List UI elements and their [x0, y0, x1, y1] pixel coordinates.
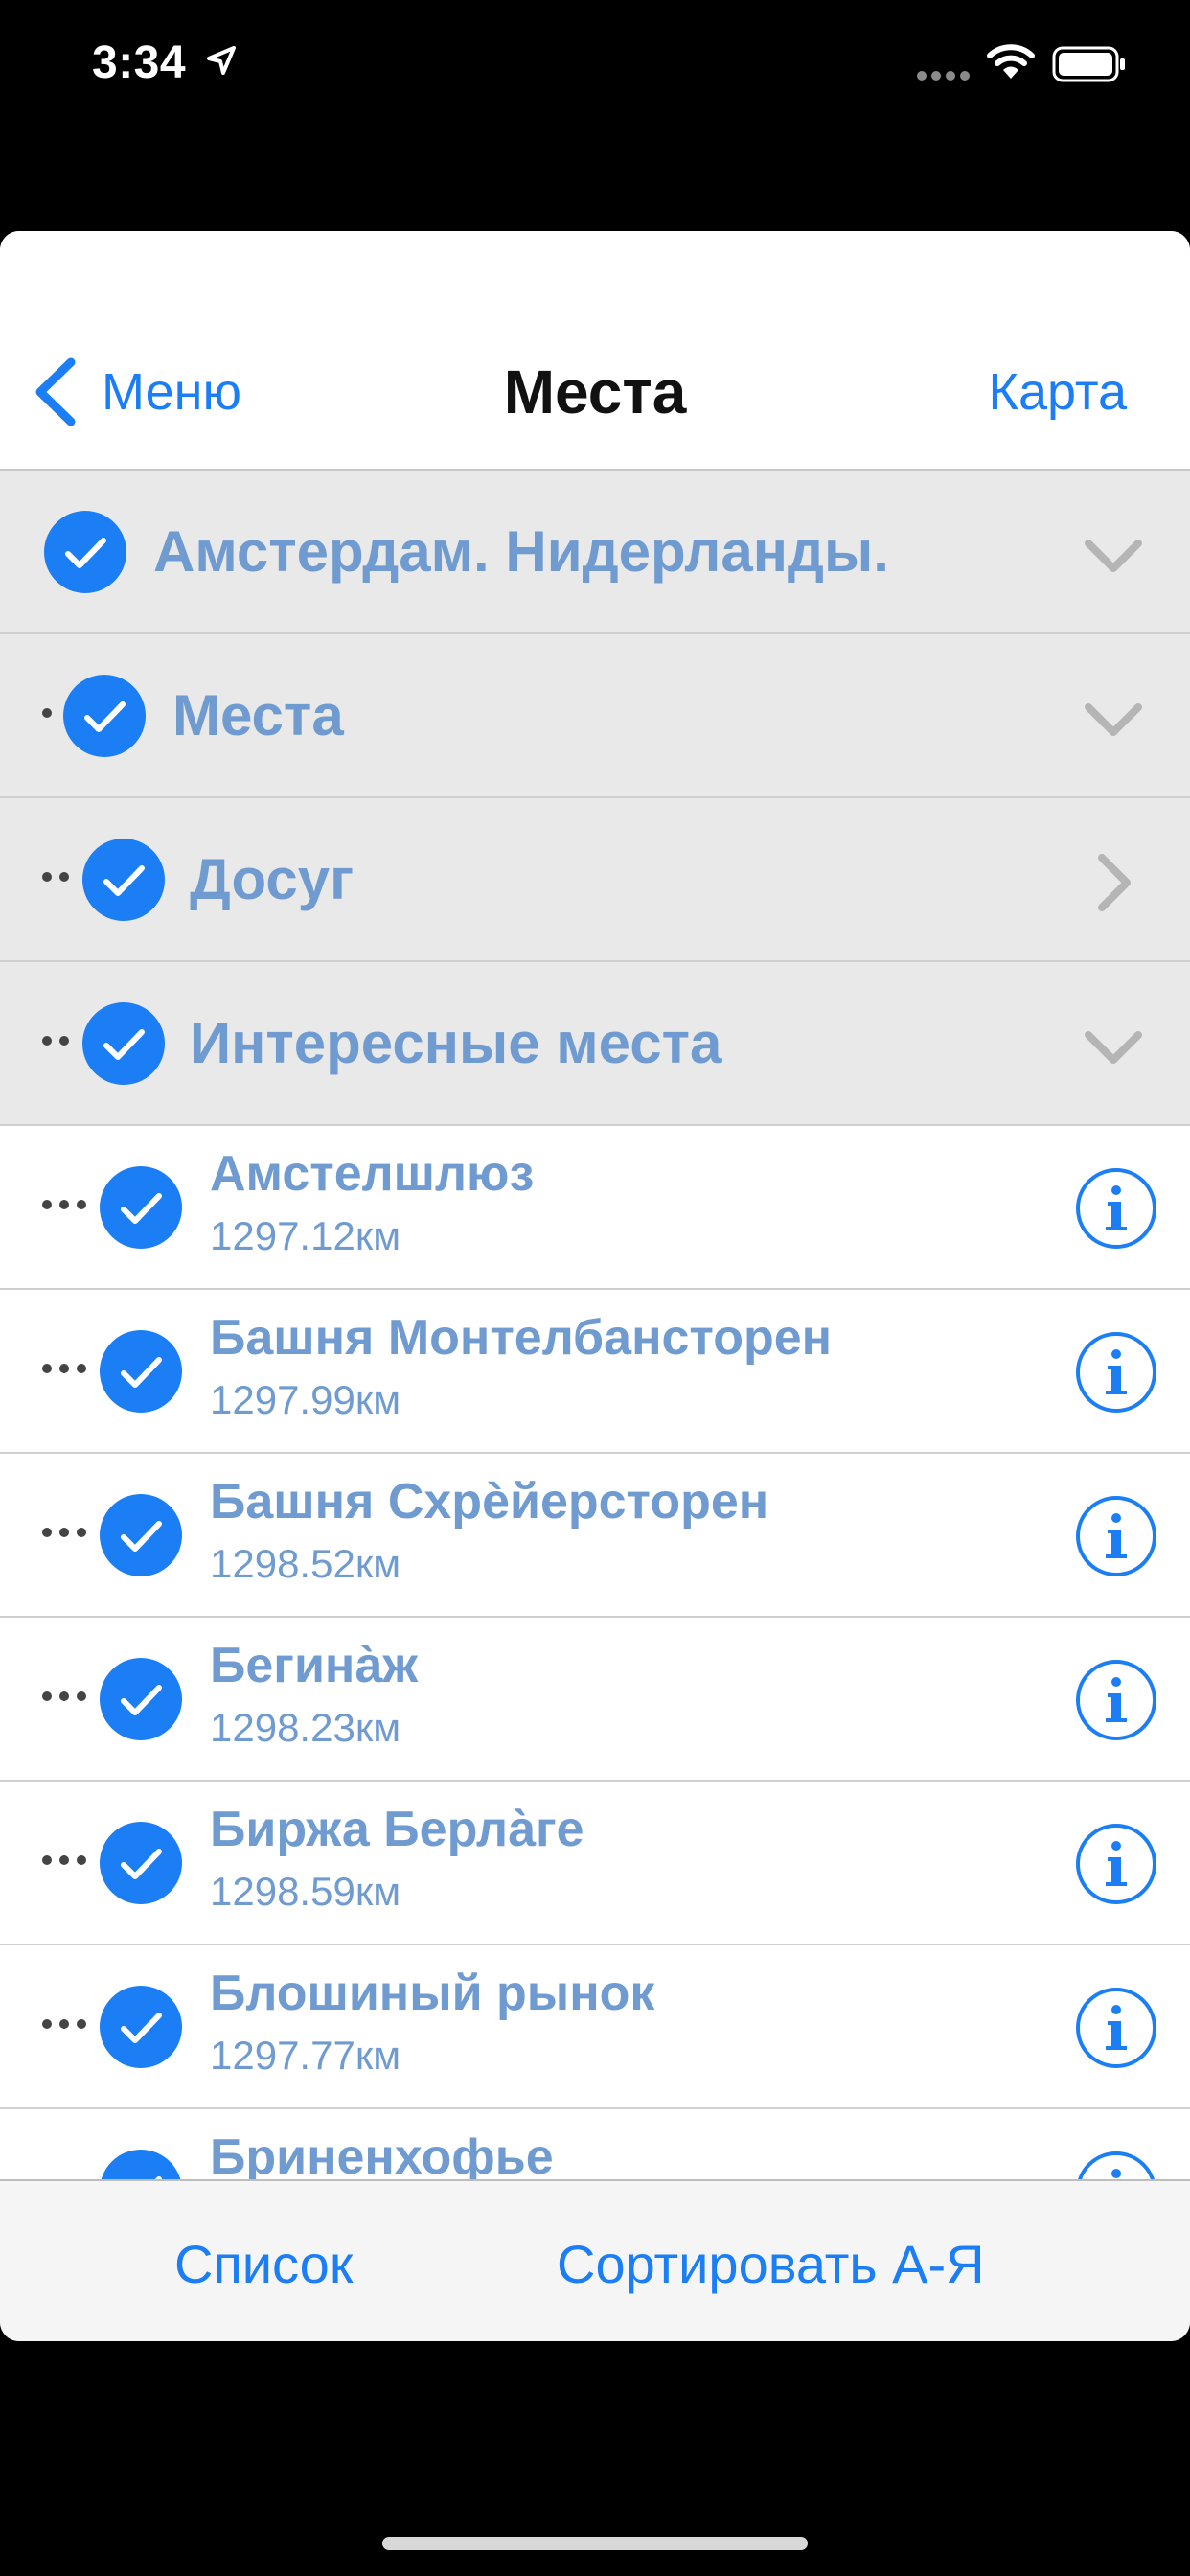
- places-list[interactable]: Амстердам. Нидерланды. Места Досуг Интер…: [0, 471, 1190, 2187]
- checkbox-checked[interactable]: [82, 839, 165, 921]
- indent-dots-icon: [42, 708, 52, 718]
- place-name: Амстелшлюз: [210, 1146, 535, 1202]
- checkmark-icon: [84, 702, 126, 732]
- info-icon[interactable]: [1075, 1659, 1157, 1741]
- back-button-label: Меню: [102, 363, 241, 421]
- group-row-leisure[interactable]: Досуг: [0, 798, 1190, 962]
- checkmark-icon: [121, 1357, 162, 1388]
- place-name: Биржа Берла̀ге: [210, 1802, 584, 1857]
- checkmark-icon: [121, 1685, 162, 1715]
- place-row[interactable]: Биржа Берла̀ге 1298.59км: [0, 1782, 1190, 1945]
- checkbox-checked[interactable]: [100, 1986, 182, 2068]
- checkmark-icon: [121, 1849, 162, 1879]
- sort-az-button[interactable]: Сортировать А-Я: [557, 2231, 985, 2298]
- navigation-bar: Меню Места Карта: [0, 231, 1190, 471]
- checkbox-checked[interactable]: [100, 1494, 182, 1576]
- checkbox-checked[interactable]: [100, 1658, 182, 1740]
- checkbox-checked[interactable]: [82, 1002, 165, 1085]
- chevron-down-icon[interactable]: [1079, 684, 1148, 753]
- checkmark-icon: [121, 2012, 162, 2043]
- info-icon[interactable]: [1075, 1987, 1157, 2069]
- indent-dots-icon: [42, 872, 69, 882]
- place-row[interactable]: Башня Схрѐйерсторен 1298.52км: [0, 1454, 1190, 1618]
- group-label: Места: [172, 683, 344, 748]
- chevron-right-icon[interactable]: [1079, 848, 1148, 917]
- checkbox-checked[interactable]: [100, 1166, 182, 1249]
- group-label: Досуг: [190, 847, 355, 911]
- checkmark-icon: [121, 1193, 162, 1224]
- place-distance: 1297.12км: [210, 1213, 401, 1258]
- checkmark-icon: [103, 865, 145, 896]
- chevron-down-icon[interactable]: [1079, 520, 1148, 589]
- places-sheet: Меню Места Карта Амстердам. Нидерланды. …: [0, 231, 1190, 2341]
- back-button[interactable]: Меню: [29, 354, 241, 430]
- place-name: Бриненхофье: [210, 2129, 554, 2185]
- indent-dots-icon: [42, 1036, 69, 1046]
- chevron-left-icon: [35, 357, 76, 426]
- home-indicator[interactable]: [382, 2537, 808, 2550]
- place-distance: 1297.99км: [210, 1377, 401, 1422]
- indent-dots-icon: [42, 1528, 86, 1537]
- info-icon[interactable]: [1075, 1331, 1157, 1414]
- location-arrow-icon: [207, 46, 236, 75]
- place-name: Бегина̀ж: [210, 1638, 419, 1693]
- place-row[interactable]: Бегина̀ж 1298.23км: [0, 1618, 1190, 1782]
- indent-dots-icon: [42, 1364, 86, 1373]
- indent-dots-icon: [42, 1855, 86, 1865]
- place-row[interactable]: Бриненхофье: [0, 2109, 1190, 2187]
- place-row[interactable]: Амстелшлюз 1297.12км: [0, 1126, 1190, 1290]
- checkmark-icon: [121, 1521, 162, 1552]
- place-distance: 1297.77км: [210, 2033, 401, 2078]
- place-row[interactable]: Башня Монтелбансторен 1297.99км: [0, 1290, 1190, 1454]
- status-time: 3:34: [92, 37, 187, 88]
- map-button[interactable]: Карта: [989, 354, 1128, 430]
- group-label: Интересные места: [190, 1011, 722, 1075]
- info-icon[interactable]: [1075, 1823, 1157, 1905]
- checkmark-icon: [103, 1029, 145, 1060]
- place-row[interactable]: Блошиный рынок 1297.77км: [0, 1945, 1190, 2109]
- place-name: Башня Монтелбансторен: [210, 1310, 833, 1366]
- checkbox-checked[interactable]: [44, 511, 126, 593]
- checkbox-checked[interactable]: [63, 675, 146, 757]
- info-icon[interactable]: [1075, 1495, 1157, 1577]
- group-row-places[interactable]: Места: [0, 634, 1190, 798]
- indent-dots-icon: [42, 2019, 86, 2029]
- cellular-signal-icon: [917, 71, 970, 80]
- status-bar: 3:34: [0, 0, 1190, 134]
- checkmark-icon: [65, 538, 106, 568]
- group-label: Амстердам. Нидерланды.: [153, 519, 889, 584]
- checkbox-checked[interactable]: [100, 1330, 182, 1413]
- group-row-interesting[interactable]: Интересные места: [0, 962, 1190, 1126]
- wifi-icon: [987, 44, 1035, 79]
- place-name: Блошиный рынок: [210, 1966, 655, 2021]
- group-row-amsterdam[interactable]: Амстердам. Нидерланды.: [0, 471, 1190, 634]
- info-icon[interactable]: [1075, 1167, 1157, 1250]
- list-button[interactable]: Список: [174, 2231, 353, 2298]
- place-distance: 1298.23км: [210, 1705, 401, 1750]
- bottom-toolbar: Список Сортировать А-Я: [0, 2179, 1190, 2341]
- place-distance: 1298.52км: [210, 1541, 401, 1586]
- indent-dots-icon: [42, 1691, 86, 1701]
- place-name: Башня Схрѐйерсторен: [210, 1474, 769, 1530]
- chevron-down-icon[interactable]: [1079, 1012, 1148, 1081]
- battery-icon: [1052, 46, 1125, 82]
- indent-dots-icon: [42, 1200, 86, 1209]
- place-distance: 1298.59км: [210, 1869, 401, 1914]
- checkbox-checked[interactable]: [100, 1822, 182, 1904]
